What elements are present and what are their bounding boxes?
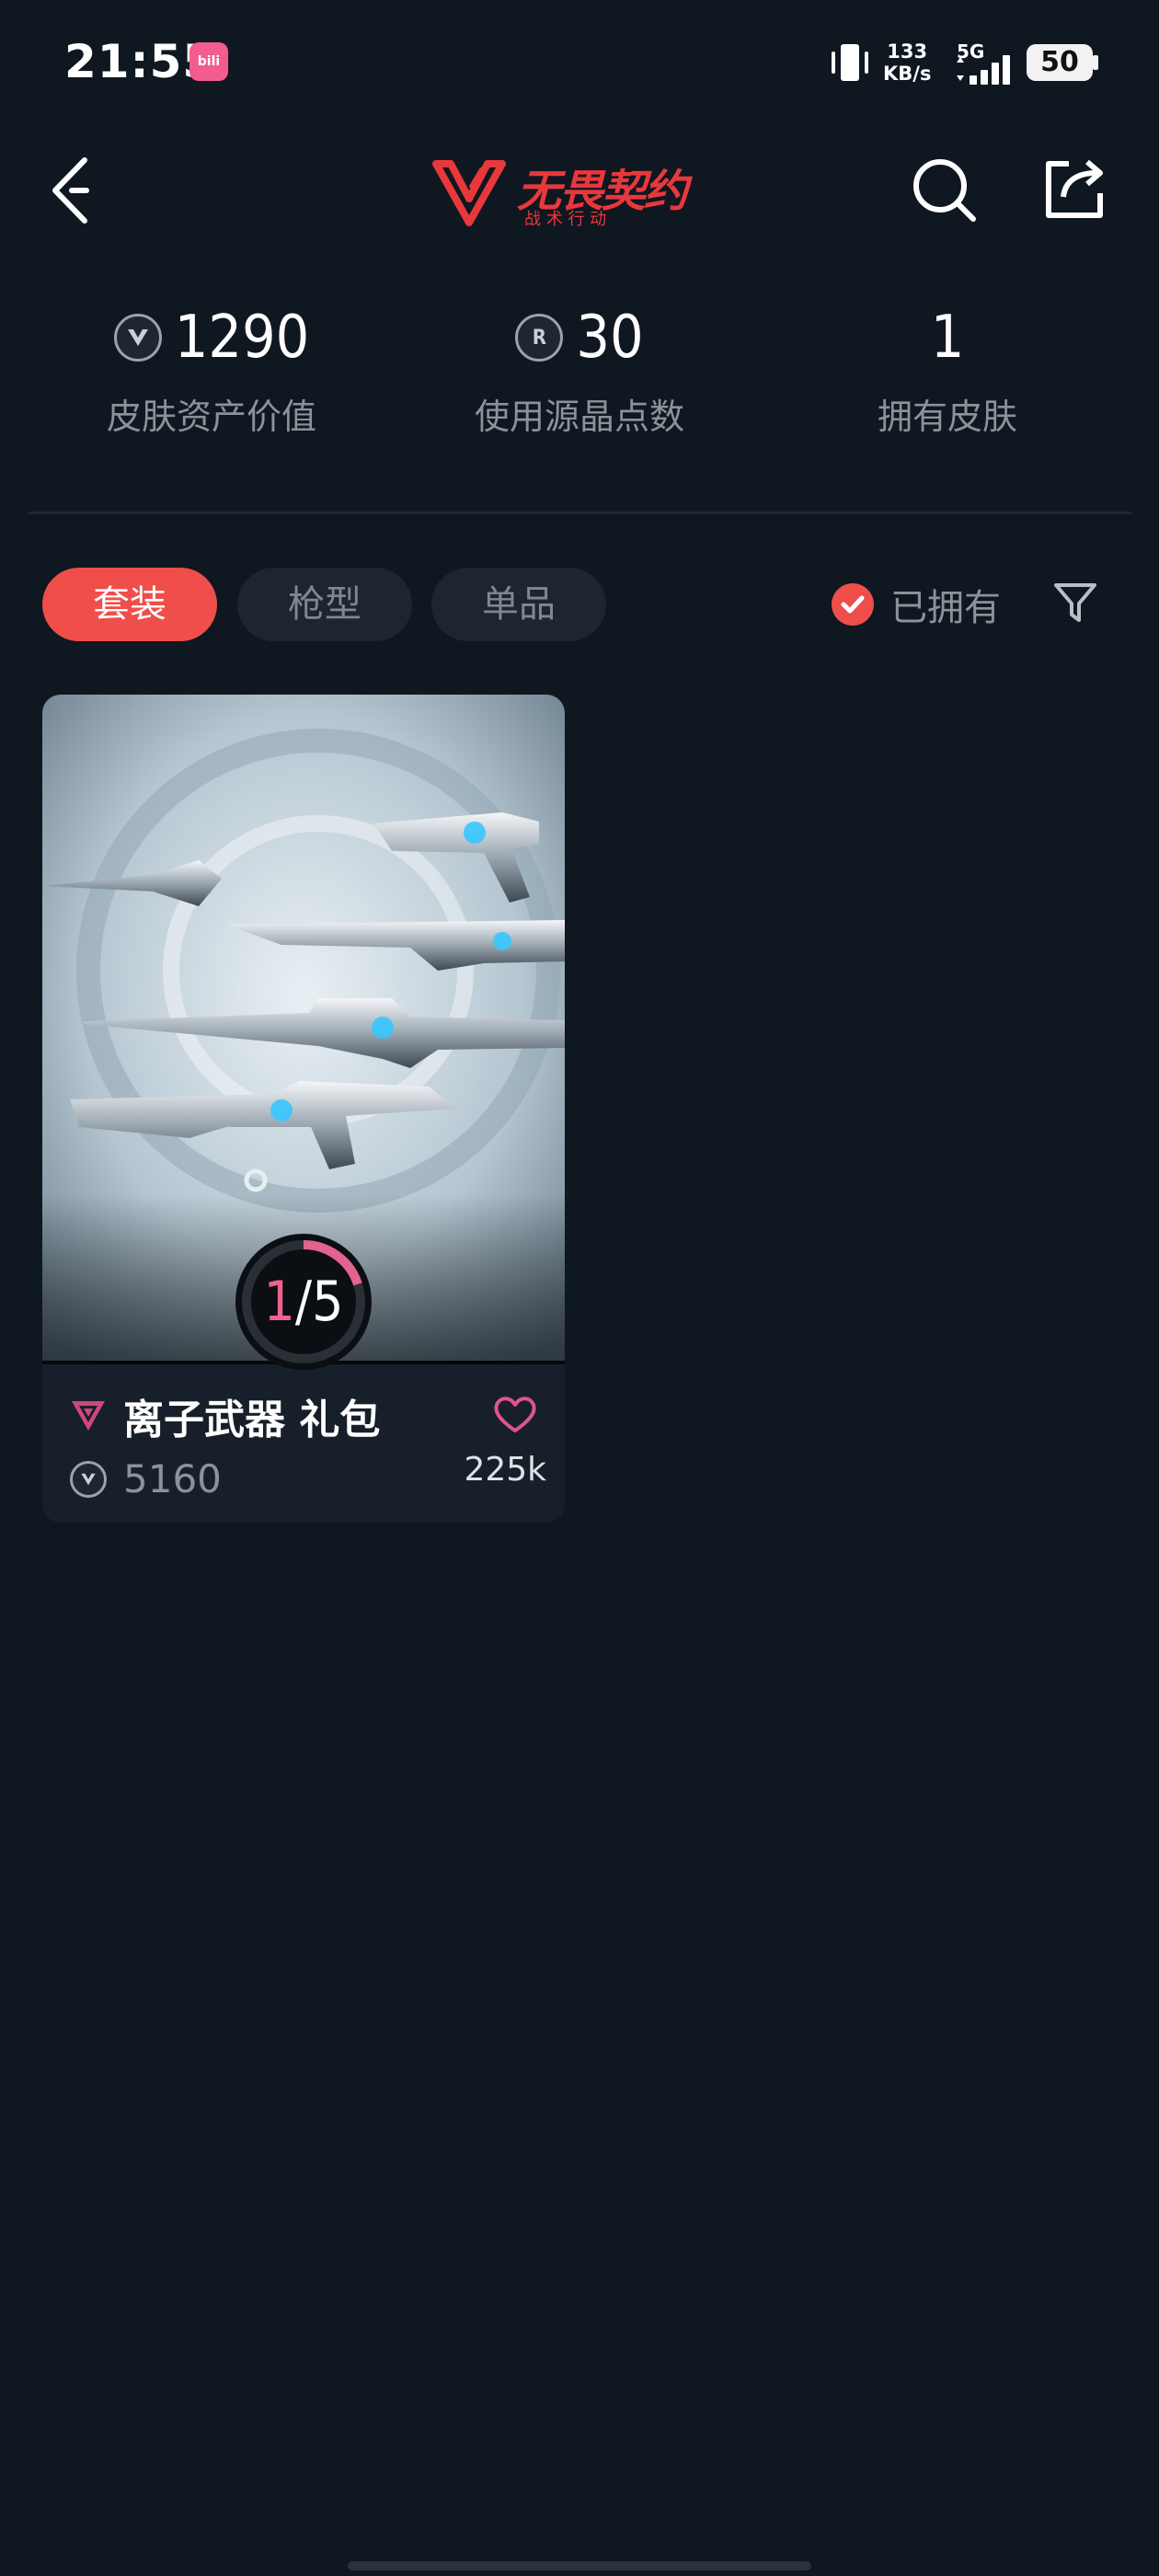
stat-skin-value: 1290 皮肤资产价值 xyxy=(28,304,396,439)
vp-coin-icon xyxy=(70,1460,107,1498)
divider xyxy=(28,512,1131,514)
signal-icon xyxy=(957,55,1010,85)
ownership-progress-text: 1/5 xyxy=(263,1270,344,1334)
like-count: 225k xyxy=(464,1451,546,1489)
vp-coin-icon xyxy=(113,314,162,362)
chevron-left-icon[interactable] xyxy=(50,156,90,224)
battery-icon: 50 xyxy=(1027,44,1093,81)
bundle-card[interactable]: 1/5 离子武器 礼包 5160 225k xyxy=(42,695,565,1523)
stat-value: 1290 xyxy=(174,304,310,372)
network-speed-unit: KB/s xyxy=(883,63,932,85)
bundle-name: 离子武器 礼包 xyxy=(123,1397,381,1443)
stat-owned-skins: 1 拥有皮肤 xyxy=(763,304,1131,439)
logo-subtitle: 战 术 行 动 xyxy=(524,210,607,229)
network-speed: 133 KB/s xyxy=(883,40,931,85)
progress-total: 5 xyxy=(312,1270,344,1334)
vibrate-icon xyxy=(832,44,868,81)
premium-tier-icon xyxy=(72,1401,105,1431)
bilibili-app-icon: bili xyxy=(189,42,228,81)
battery-tip xyxy=(1093,55,1098,70)
tab-single-items[interactable]: 单品 xyxy=(431,568,606,641)
radianite-coin-icon: R xyxy=(515,314,564,362)
tab-weapon-type[interactable]: 枪型 xyxy=(237,568,412,641)
bundle-price-row: 5160 xyxy=(70,1456,222,1501)
tab-bundles[interactable]: 套装 xyxy=(42,568,217,641)
stat-value: 30 xyxy=(576,304,644,372)
stat-radianite-used: R 30 使用源晶点数 xyxy=(396,304,763,439)
stat-value: 1 xyxy=(930,304,965,372)
stat-label: 皮肤资产价值 xyxy=(106,397,316,437)
heart-icon[interactable] xyxy=(493,1396,537,1434)
filter-icon[interactable] xyxy=(1050,578,1100,627)
network-speed-value: 133 xyxy=(887,40,928,63)
share-icon[interactable] xyxy=(1041,156,1107,223)
stat-label: 拥有皮肤 xyxy=(877,397,1017,437)
progress-owned: 1 xyxy=(263,1270,295,1334)
owned-label: 已拥有 xyxy=(890,587,1001,629)
bundle-price: 5160 xyxy=(123,1456,222,1501)
bundle-title-row: 离子武器 礼包 xyxy=(70,1386,380,1445)
valorant-logo-icon xyxy=(432,160,506,226)
check-icon[interactable] xyxy=(832,583,874,626)
owned-toggle[interactable]: 已拥有 xyxy=(832,578,1001,631)
stat-label: 使用源晶点数 xyxy=(474,397,684,437)
home-indicator[interactable] xyxy=(348,2561,811,2570)
search-icon[interactable] xyxy=(911,156,979,224)
